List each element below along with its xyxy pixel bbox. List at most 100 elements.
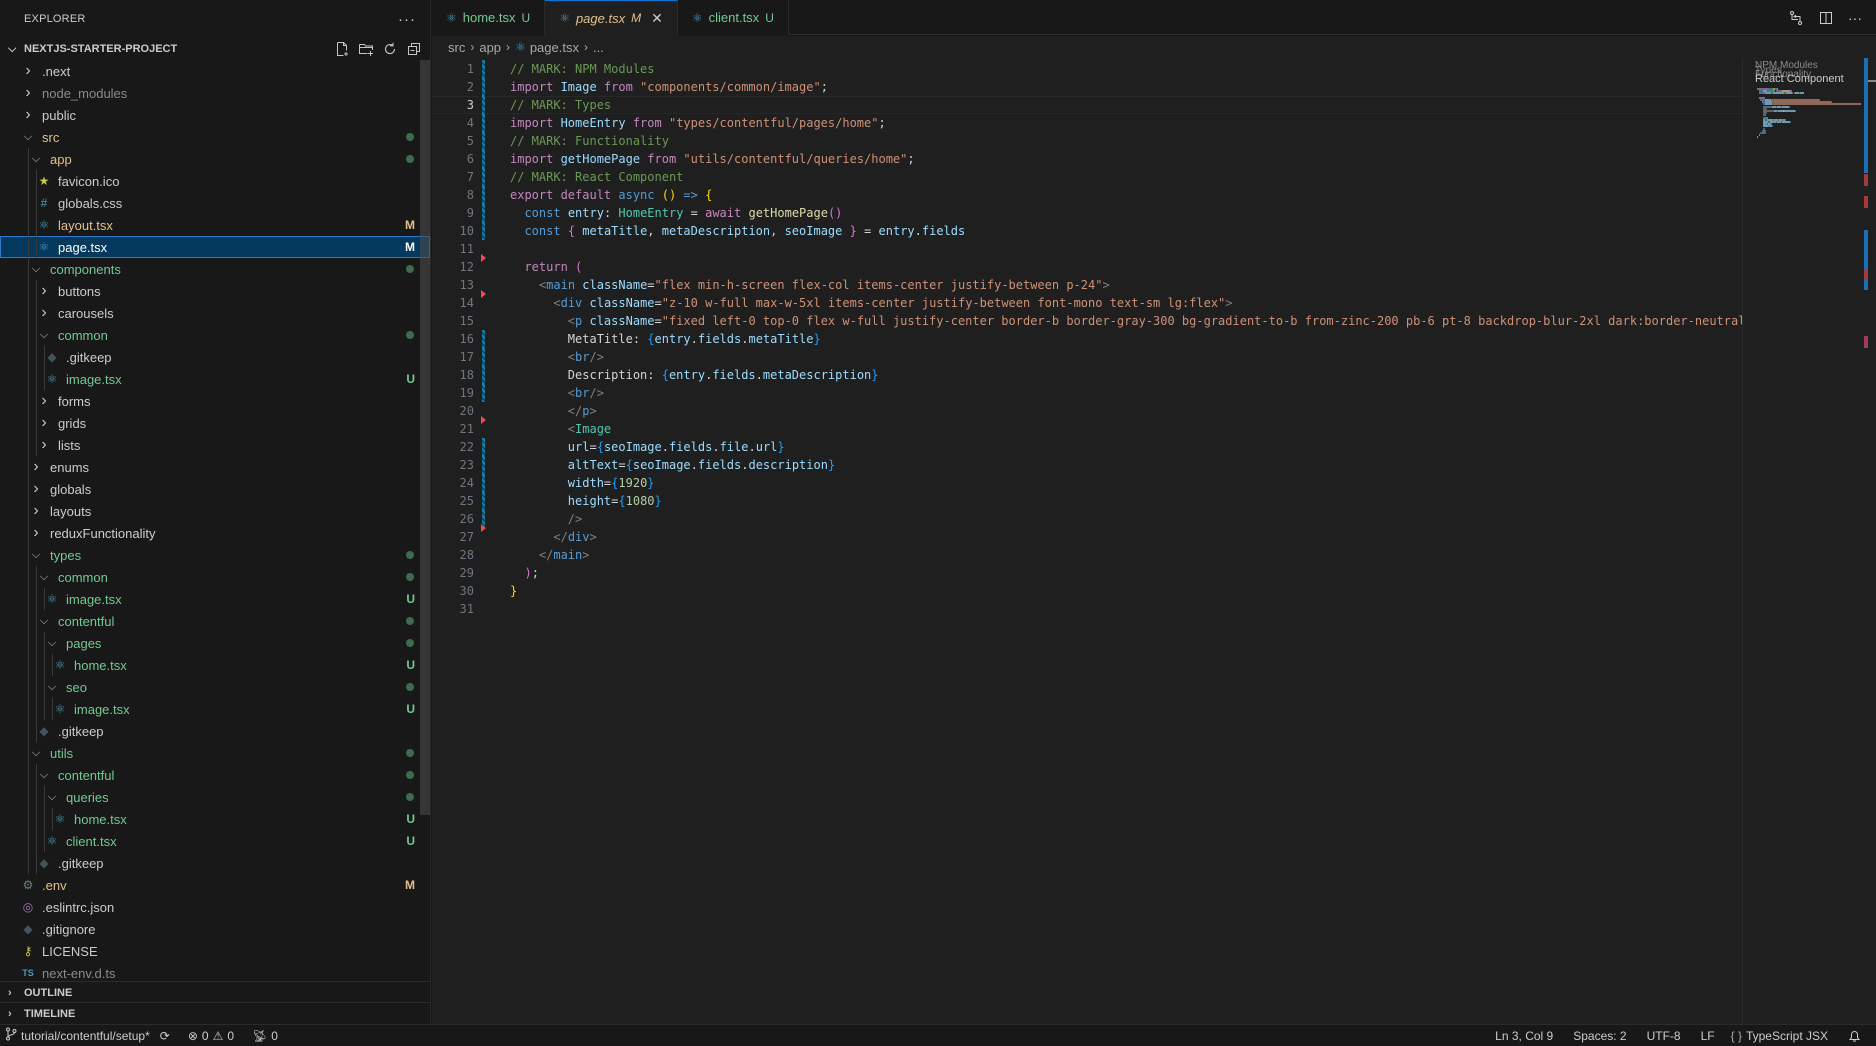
tree-file[interactable]: ⚷ LICENSE <box>0 940 430 962</box>
git-compare-icon[interactable] <box>1788 10 1804 26</box>
tree-file[interactable]: ⚛ image.tsx U <box>0 368 430 390</box>
close-tab-icon[interactable]: ✕ <box>651 10 663 27</box>
branch-indicator[interactable]: tutorial/contentful/setup* ⟳ <box>0 1025 175 1046</box>
tab-client-tsx[interactable]: ⚛ client.tsx U <box>677 0 789 35</box>
code-line[interactable]: 4 import HomeEntry from "types/contentful… <box>432 114 1742 132</box>
tree-file[interactable]: TS next-env.d.ts <box>0 962 430 983</box>
problems-indicator[interactable]: ⊗ 0 ⚠ 0 <box>183 1025 239 1046</box>
explorer-more-button[interactable]: ··· <box>398 11 416 28</box>
tree-folder[interactable]: › globals <box>0 478 430 500</box>
code-line[interactable]: 1 // MARK: NPM Modules <box>432 60 1742 78</box>
code-line[interactable]: 8 export default async () => { <box>432 186 1742 204</box>
tree-folder[interactable]: › carousels <box>0 302 430 324</box>
diff-gutter[interactable] <box>480 474 492 492</box>
tree-file[interactable]: ◆ .gitkeep <box>0 852 430 874</box>
tree-file[interactable]: ⚙ .env M <box>0 874 430 896</box>
code-line[interactable]: 18 Description: {entry.fields.metaDescri… <box>432 366 1742 384</box>
code-line[interactable]: 30} <box>432 582 1742 600</box>
code-line[interactable]: 22 url={seoImage.fields.file.url} <box>432 438 1742 456</box>
code-line[interactable]: 25 height={1080} <box>432 492 1742 510</box>
tree-file[interactable]: ⚛ image.tsx U <box>0 698 430 720</box>
code-line[interactable]: 12 return ( <box>432 254 1742 276</box>
tree-folder[interactable]: › buttons <box>0 280 430 302</box>
code-line[interactable]: 9 const entry: HomeEntry = await getHome… <box>432 204 1742 222</box>
tree-file[interactable]: ⚛ home.tsx U <box>0 654 430 676</box>
diff-gutter[interactable] <box>480 438 492 456</box>
tree-folder[interactable]: › node_modules <box>0 82 430 104</box>
tree-folder[interactable]: ⌵ queries <box>0 786 430 808</box>
code-line[interactable]: 20 </p> <box>432 402 1742 420</box>
encoding[interactable]: UTF-8 <box>1642 1025 1686 1046</box>
cursor-position[interactable]: Ln 3, Col 9 <box>1490 1025 1558 1046</box>
tree-file[interactable]: ⚛ image.tsx U <box>0 588 430 610</box>
sidebar-scrollbar[interactable] <box>420 60 430 815</box>
editor-scrollbar[interactable] <box>1864 58 1876 1024</box>
ports-indicator[interactable]: 📡︎ 0 <box>247 1025 283 1046</box>
tree-folder[interactable]: › forms <box>0 390 430 412</box>
language-mode[interactable]: { } TypeScript JSX <box>1726 1025 1833 1046</box>
tree-file[interactable]: ⚛ layout.tsx M <box>0 214 430 236</box>
timeline-section[interactable]: › TIMELINE <box>0 1002 430 1024</box>
code-editor[interactable]: 1 // MARK: NPM Modules 2 import Image from … <box>432 58 1742 1024</box>
notifications-bell-icon[interactable] <box>1843 1025 1866 1046</box>
new-folder-icon[interactable] <box>358 41 374 57</box>
project-root[interactable]: ⌵ NEXTJS-STARTER-PROJECT <box>0 38 430 60</box>
code-line[interactable]: 13 <main className="flex min-h-screen fl… <box>432 276 1742 294</box>
collapse-all-icon[interactable] <box>406 41 422 57</box>
diff-gutter[interactable] <box>480 222 492 240</box>
diff-gutter[interactable] <box>480 384 492 402</box>
code-line[interactable]: 26 /> <box>432 510 1742 528</box>
tree-file[interactable]: ⚛ client.tsx U <box>0 830 430 852</box>
diff-gutter[interactable] <box>480 582 492 600</box>
breadcrumb-file[interactable]: page.tsx <box>530 40 579 55</box>
code-line[interactable]: 15 <p className="fixed left-0 top-0 flex… <box>432 312 1742 330</box>
code-line[interactable]: 3 // MARK: Types <box>432 96 1742 114</box>
tree-folder[interactable]: › enums <box>0 456 430 478</box>
diff-gutter[interactable] <box>480 600 492 618</box>
diff-gutter[interactable] <box>480 150 492 168</box>
breadcrumb-symbols[interactable]: ... <box>593 40 604 55</box>
tree-file[interactable]: ⚛ home.tsx U <box>0 808 430 830</box>
tree-file[interactable]: ◎ .eslintrc.json <box>0 896 430 918</box>
diff-gutter[interactable] <box>480 132 492 150</box>
diff-gutter[interactable] <box>480 492 492 510</box>
more-icon[interactable]: ··· <box>1848 10 1862 26</box>
diff-gutter[interactable] <box>480 96 492 114</box>
code-line[interactable]: 10 const { metaTitle, metaDescription, s… <box>432 222 1742 240</box>
code-line[interactable]: 21 <Image <box>432 416 1742 438</box>
tree-file[interactable]: ◆ .gitignore <box>0 918 430 940</box>
diff-gutter[interactable] <box>480 330 492 348</box>
tree-file[interactable]: # globals.css <box>0 192 430 214</box>
breadcrumb-src[interactable]: src <box>448 40 465 55</box>
tree-file[interactable]: ◆ .gitkeep <box>0 346 430 368</box>
diff-gutter[interactable] <box>480 564 492 582</box>
diff-gutter[interactable] <box>480 366 492 384</box>
tree-folder[interactable]: › public <box>0 104 430 126</box>
code-line[interactable]: 31 <box>432 600 1742 618</box>
tree-folder[interactable]: › layouts <box>0 500 430 522</box>
diff-gutter[interactable] <box>480 290 492 312</box>
outline-section[interactable]: › OUTLINE <box>0 981 430 1003</box>
diff-gutter[interactable] <box>480 348 492 366</box>
indentation[interactable]: Spaces: 2 <box>1568 1025 1631 1046</box>
tree-folder[interactable]: › grids <box>0 412 430 434</box>
tree-folder[interactable]: ⌵ app <box>0 148 430 170</box>
tree-folder[interactable]: ⌵ contentful <box>0 610 430 632</box>
code-line[interactable]: 28 </main> <box>432 546 1742 564</box>
code-line[interactable]: 23 altText={seoImage.fields.description} <box>432 456 1742 474</box>
diff-gutter[interactable] <box>480 546 492 564</box>
diff-gutter[interactable] <box>480 524 492 546</box>
tab-page-tsx[interactable]: ⚛ page.tsx M ✕ <box>545 0 678 36</box>
diff-gutter[interactable] <box>480 254 492 276</box>
tree-folder[interactable]: › lists <box>0 434 430 456</box>
code-line[interactable]: 24 width={1920} <box>432 474 1742 492</box>
breadcrumb-app[interactable]: app <box>479 40 501 55</box>
sync-icon[interactable]: ⟳ <box>160 1029 170 1043</box>
tree-file[interactable]: ◆ .gitkeep <box>0 720 430 742</box>
diff-gutter[interactable] <box>480 168 492 186</box>
diff-gutter[interactable] <box>480 312 492 330</box>
tree-folder[interactable]: › .next <box>0 60 430 82</box>
tree-folder[interactable]: ⌵ common <box>0 324 430 346</box>
diff-gutter[interactable] <box>480 60 492 78</box>
code-line[interactable]: 7 // MARK: React Component <box>432 168 1742 186</box>
